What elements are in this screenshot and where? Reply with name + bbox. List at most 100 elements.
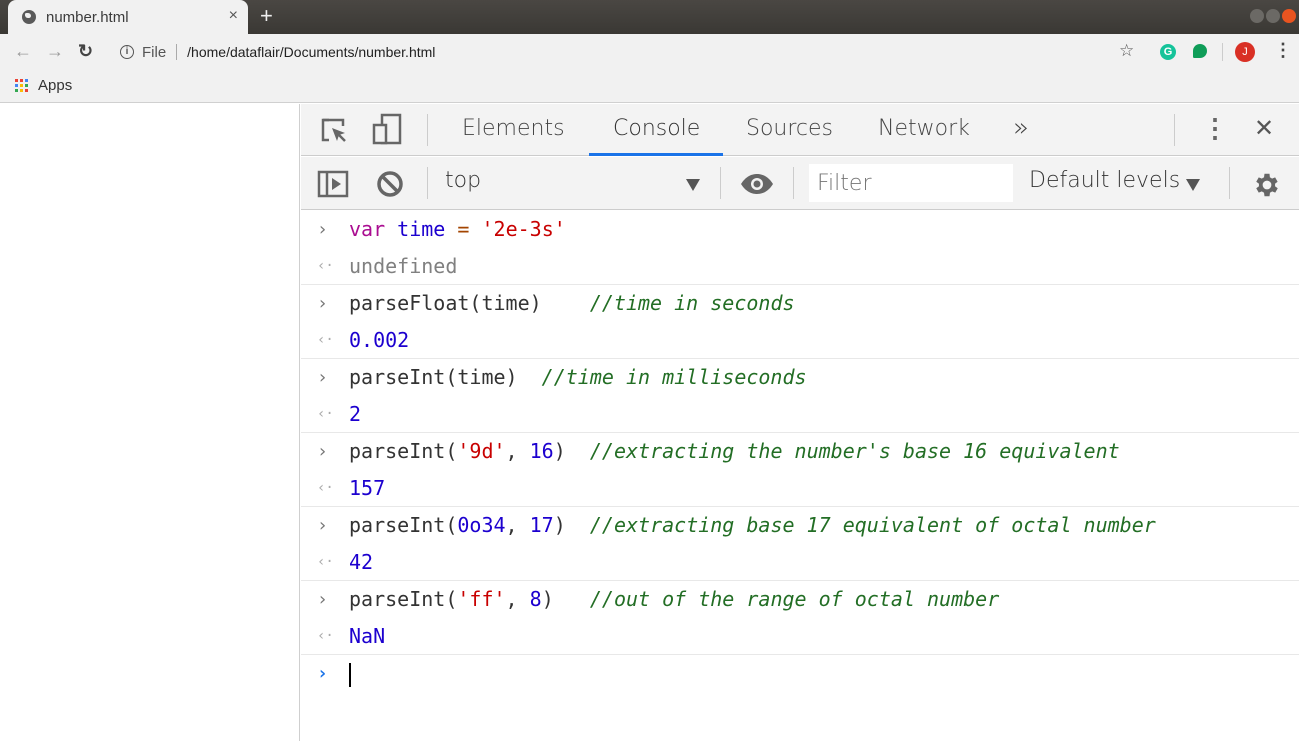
console-result-row: ‹· 2 bbox=[301, 396, 1299, 433]
console-result-row: ‹· 0.002 bbox=[301, 322, 1299, 359]
apps-icon[interactable] bbox=[15, 79, 28, 92]
info-icon[interactable]: i bbox=[120, 45, 134, 59]
input-chevron-icon: › bbox=[317, 293, 328, 314]
back-button[interactable]: ← bbox=[14, 41, 32, 62]
maximize-button[interactable] bbox=[1266, 9, 1280, 23]
result-value: NaN bbox=[349, 624, 386, 648]
bookmarks-bar: Apps bbox=[0, 70, 1299, 103]
devtools-tab-bar: Elements Console Sources Network » ⋮ ✕ bbox=[301, 104, 1299, 156]
page-content bbox=[0, 104, 300, 741]
input-code: parseInt('9d', 16) //extracting the numb… bbox=[349, 433, 1120, 470]
result-value: 157 bbox=[349, 476, 386, 500]
input-code: var time = '2e-3s' bbox=[349, 211, 566, 248]
code-token: ) bbox=[541, 587, 590, 611]
input-code: parseInt(time) //time in milliseconds bbox=[349, 359, 807, 396]
text-cursor bbox=[349, 663, 351, 687]
devtools-menu-icon[interactable]: ⋮ bbox=[1202, 113, 1228, 144]
code-token: , bbox=[505, 513, 530, 537]
code-token: , bbox=[505, 439, 530, 463]
result-arrow-icon: ‹· bbox=[317, 258, 334, 274]
code-token: '9d' bbox=[457, 439, 506, 463]
code-token: , bbox=[505, 587, 530, 611]
console-result-row: ‹· undefined bbox=[301, 248, 1299, 285]
inspect-element-icon[interactable] bbox=[319, 116, 349, 146]
log-levels-dropdown[interactable]: Default levels bbox=[1029, 168, 1180, 193]
menu-icon[interactable]: ⋮ bbox=[1274, 40, 1292, 61]
tab-elements[interactable]: Elements bbox=[462, 116, 565, 141]
code-token: var bbox=[349, 217, 386, 241]
live-expression-eye-icon[interactable] bbox=[740, 174, 774, 194]
filter-input[interactable] bbox=[809, 164, 1013, 202]
code-token: parseInt( bbox=[349, 513, 458, 537]
title-bar: number.html × + bbox=[0, 0, 1299, 34]
console-input-row[interactable]: › parseInt(0o34, 17) //extracting base 17… bbox=[301, 507, 1299, 544]
console-toolbar: top Default levels bbox=[301, 157, 1299, 210]
console-result-row: ‹· NaN bbox=[301, 618, 1299, 655]
new-tab-button[interactable]: + bbox=[260, 3, 273, 29]
divider bbox=[1229, 167, 1230, 199]
context-selector[interactable]: top bbox=[445, 168, 481, 193]
active-tab-indicator bbox=[589, 153, 723, 156]
divider bbox=[427, 167, 428, 199]
apps-bookmark[interactable]: Apps bbox=[38, 77, 72, 94]
console-input-row[interactable]: › var time = '2e-3s' bbox=[301, 211, 1299, 248]
code-token: time bbox=[397, 217, 446, 241]
result-value: 0.002 bbox=[349, 328, 410, 352]
divider bbox=[1174, 114, 1175, 146]
devtools-panel: Elements Console Sources Network » ⋮ ✕ t… bbox=[301, 104, 1299, 741]
profile-avatar[interactable]: J bbox=[1235, 42, 1255, 62]
code-token: //extracting the number's base 16 equiva… bbox=[589, 439, 1120, 463]
browser-toolbar: ← → ↻ i File /home/dataflair/Documents/n… bbox=[0, 34, 1299, 70]
code-token: parseInt(time) bbox=[349, 365, 542, 389]
result-value: 2 bbox=[349, 402, 362, 426]
grammarly-icon[interactable]: G bbox=[1160, 44, 1176, 60]
devtools-close-icon[interactable]: ✕ bbox=[1254, 114, 1274, 143]
input-chevron-icon: › bbox=[317, 589, 328, 610]
reload-button[interactable]: ↻ bbox=[78, 41, 93, 62]
more-tabs-button[interactable]: » bbox=[1013, 113, 1029, 143]
code-token: parseFloat(time) bbox=[349, 291, 590, 315]
code-token: 8 bbox=[529, 587, 542, 611]
tab-title: number.html bbox=[46, 8, 129, 26]
tab-network[interactable]: Network bbox=[878, 116, 970, 141]
tab-sources[interactable]: Sources bbox=[746, 116, 833, 141]
divider bbox=[720, 167, 721, 199]
hangouts-icon[interactable] bbox=[1193, 44, 1207, 58]
code-token: 'ff' bbox=[457, 587, 506, 611]
console-input-row[interactable]: › parseInt('ff', 8) //out of the range of… bbox=[301, 581, 1299, 618]
result-arrow-icon: ‹· bbox=[317, 480, 334, 496]
device-toolbar-icon[interactable] bbox=[371, 113, 403, 147]
address-bar[interactable]: i File /home/dataflair/Documents/number.… bbox=[110, 37, 1150, 67]
input-code: parseInt('ff', 8) //out of the range of … bbox=[349, 581, 999, 618]
tab-console[interactable]: Console bbox=[613, 116, 700, 141]
code-token: 16 bbox=[529, 439, 554, 463]
tab-close-icon[interactable]: × bbox=[229, 7, 238, 25]
forward-button[interactable]: → bbox=[46, 41, 64, 62]
code-token: 17 bbox=[529, 513, 554, 537]
input-chevron-icon: › bbox=[317, 219, 328, 240]
context-dropdown-icon[interactable] bbox=[686, 179, 700, 191]
console-result-row: ‹· 157 bbox=[301, 470, 1299, 507]
code-token: //time in seconds bbox=[589, 291, 795, 315]
star-icon[interactable]: ☆ bbox=[1119, 41, 1134, 61]
code-token: parseInt( bbox=[349, 587, 458, 611]
console-input-row[interactable]: › parseFloat(time) //time in seconds bbox=[301, 285, 1299, 322]
clear-console-icon[interactable] bbox=[376, 170, 404, 198]
code-token: '2e-3s' bbox=[481, 217, 566, 241]
console-input-row[interactable]: › parseInt(time) //time in milliseconds bbox=[301, 359, 1299, 396]
result-value: 42 bbox=[349, 550, 374, 574]
input-chevron-icon: › bbox=[317, 515, 328, 536]
prompt-chevron-icon: › bbox=[317, 663, 328, 684]
browser-tab[interactable]: number.html × bbox=[8, 0, 248, 34]
url-text[interactable]: /home/dataflair/Documents/number.html bbox=[187, 44, 435, 60]
divider bbox=[1222, 43, 1223, 61]
sidebar-toggle-icon[interactable] bbox=[317, 170, 349, 198]
console-input-row[interactable]: › parseInt('9d', 16) //extracting the num… bbox=[301, 433, 1299, 470]
console-settings-gear-icon[interactable] bbox=[1252, 170, 1282, 200]
window-close-button[interactable] bbox=[1282, 9, 1296, 23]
levels-dropdown-icon[interactable] bbox=[1186, 179, 1200, 191]
minimize-button[interactable] bbox=[1250, 9, 1264, 23]
console-prompt-input[interactable]: › bbox=[301, 655, 1299, 692]
console-result-row: ‹· 42 bbox=[301, 544, 1299, 581]
